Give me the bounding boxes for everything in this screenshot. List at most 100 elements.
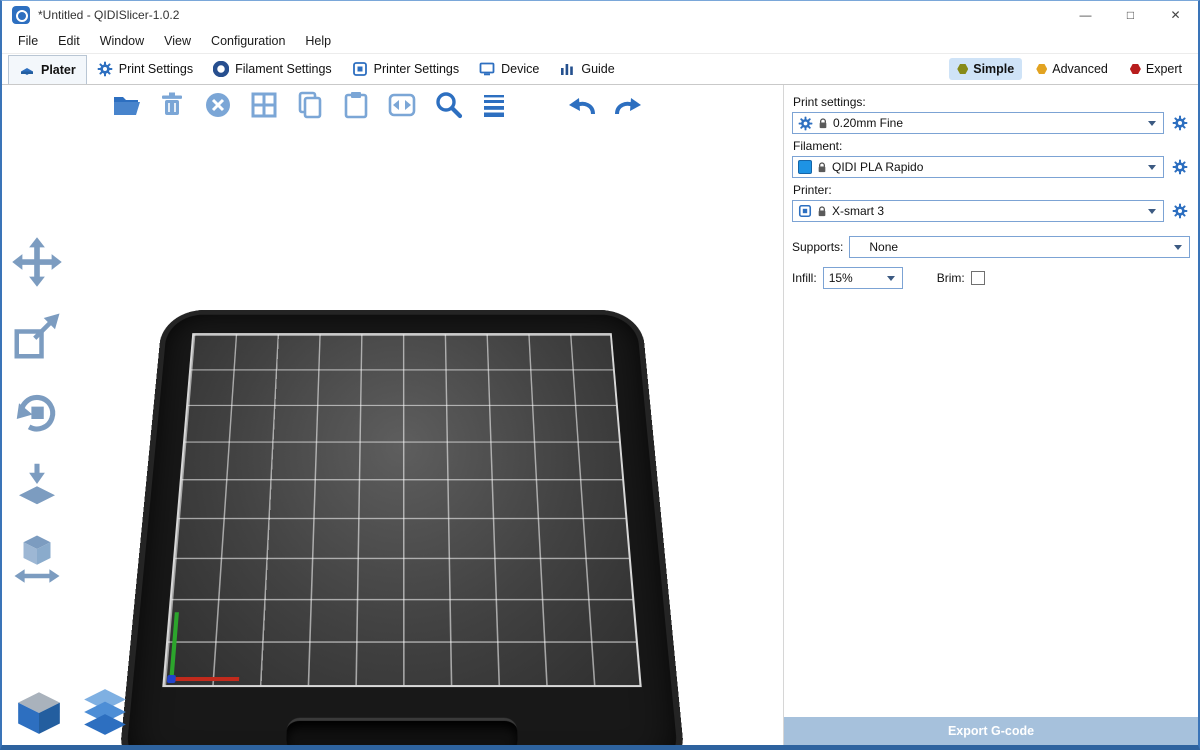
tab-plater-label: Plater [41,63,76,77]
open-file-icon[interactable] [110,89,142,121]
menu-bar: File Edit Window View Configuration Help [2,29,1198,54]
title-bar: *Untitled - QIDISlicer-1.0.2 — □ ✕ [2,1,1198,29]
menu-help[interactable]: Help [295,34,341,48]
menu-file[interactable]: File [8,34,48,48]
brim-checkbox[interactable] [971,271,985,285]
axis-x-indicator [169,677,239,681]
supports-label: Supports: [792,240,843,254]
gear-icon [798,116,813,131]
gear-icon [1172,115,1188,131]
printer-base [117,310,687,745]
print-settings-label: Print settings: [793,95,1190,109]
filament-edit-button[interactable] [1170,157,1190,177]
redo-icon[interactable] [612,89,644,121]
print-settings-gear-icon [97,61,113,77]
menu-edit[interactable]: Edit [48,34,90,48]
place-on-face-icon[interactable] [10,457,64,511]
tab-filament-settings[interactable]: Filament Settings [203,55,342,84]
expert-mode-icon [1130,64,1141,75]
maximize-button[interactable]: □ [1108,1,1153,29]
delete-icon[interactable] [156,89,188,121]
print-bed-grid [162,333,641,687]
printer-icon [798,204,812,218]
chevron-down-icon [1148,165,1156,170]
lock-icon [818,117,828,130]
measure-icon[interactable] [10,531,64,585]
print-settings-edit-button[interactable] [1170,113,1190,133]
axis-z-indicator [167,675,176,683]
mode-expert[interactable]: Expert [1122,58,1190,80]
infill-combo[interactable]: 15% [823,267,903,289]
printer-settings-icon [352,61,368,77]
mode-advanced-label: Advanced [1052,62,1108,76]
printer-label: Printer: [793,183,1190,197]
tab-printer-settings[interactable]: Printer Settings [342,55,469,84]
menu-window[interactable]: Window [90,34,154,48]
chevron-down-icon [1148,209,1156,214]
printer-edit-button[interactable] [1170,201,1190,221]
brim-label: Brim: [937,271,965,285]
tab-print-settings[interactable]: Print Settings [87,55,203,84]
filament-value: QIDI PLA Rapido [832,160,1143,174]
tab-printer-settings-label: Printer Settings [374,62,459,76]
plater-toolbar [110,89,644,121]
move-icon[interactable] [10,235,64,289]
filament-color-swatch [798,160,812,174]
arrange-icon[interactable] [248,89,280,121]
scale-icon[interactable] [10,309,64,363]
copy-icon[interactable] [294,89,326,121]
delete-all-icon[interactable] [202,89,234,121]
menu-view[interactable]: View [154,34,201,48]
printer-combo[interactable]: X-smart 3 [792,200,1164,222]
infill-label: Infill: [792,271,817,285]
close-button[interactable]: ✕ [1153,1,1198,29]
print-settings-value: 0.20mm Fine [833,116,1143,130]
split-objects-icon[interactable] [386,89,418,121]
paste-icon[interactable] [340,89,372,121]
filament-spool-icon [213,61,229,77]
chevron-down-icon [887,276,895,281]
supports-value: None [855,240,1169,254]
mode-advanced[interactable]: Advanced [1028,58,1116,80]
settings-sidebar: Print settings: [783,85,1198,745]
gear-icon [1172,159,1188,175]
app-logo-icon [12,6,30,24]
gizmo-toolbar [10,235,64,585]
viewport-3d[interactable] [2,85,783,745]
minimize-button[interactable]: — [1063,1,1108,29]
3d-editor-view-icon[interactable] [14,687,64,737]
search-icon[interactable] [432,89,464,121]
preview-sliced-view-icon[interactable] [80,687,130,737]
rotate-icon[interactable] [10,383,64,437]
filament-label: Filament: [793,139,1190,153]
printer-value: X-smart 3 [832,204,1143,218]
tab-plater[interactable]: Plater [8,55,87,84]
export-gcode-button[interactable]: Export G-code [784,717,1198,745]
plater-icon [19,62,35,78]
print-settings-combo[interactable]: 0.20mm Fine [792,112,1164,134]
gear-icon [1172,203,1188,219]
simple-mode-icon [957,64,968,75]
mode-switcher: Simple Advanced Expert [949,58,1192,80]
view-mode-buttons [14,687,130,737]
infill-value: 15% [829,271,882,285]
tab-guide[interactable]: Guide [549,55,624,84]
tab-bar: Plater Print Settings Filament Settings [2,54,1198,85]
supports-combo[interactable]: None [849,236,1190,258]
menu-configuration[interactable]: Configuration [201,34,295,48]
filament-combo[interactable]: QIDI PLA Rapido [792,156,1164,178]
undo-icon[interactable] [566,89,598,121]
tab-filament-settings-label: Filament Settings [235,62,332,76]
lock-icon [817,205,827,218]
chevron-down-icon [1148,121,1156,126]
tab-print-settings-label: Print Settings [119,62,193,76]
advanced-mode-icon [1036,64,1047,75]
window-title: *Untitled - QIDISlicer-1.0.2 [38,8,179,22]
guide-bars-icon [559,61,575,77]
tab-device[interactable]: Device [469,55,549,84]
variable-layer-height-icon[interactable] [478,89,510,121]
device-monitor-icon [479,61,495,77]
axis-y-indicator [169,612,178,677]
mode-simple[interactable]: Simple [949,58,1022,80]
lock-icon [817,161,827,174]
